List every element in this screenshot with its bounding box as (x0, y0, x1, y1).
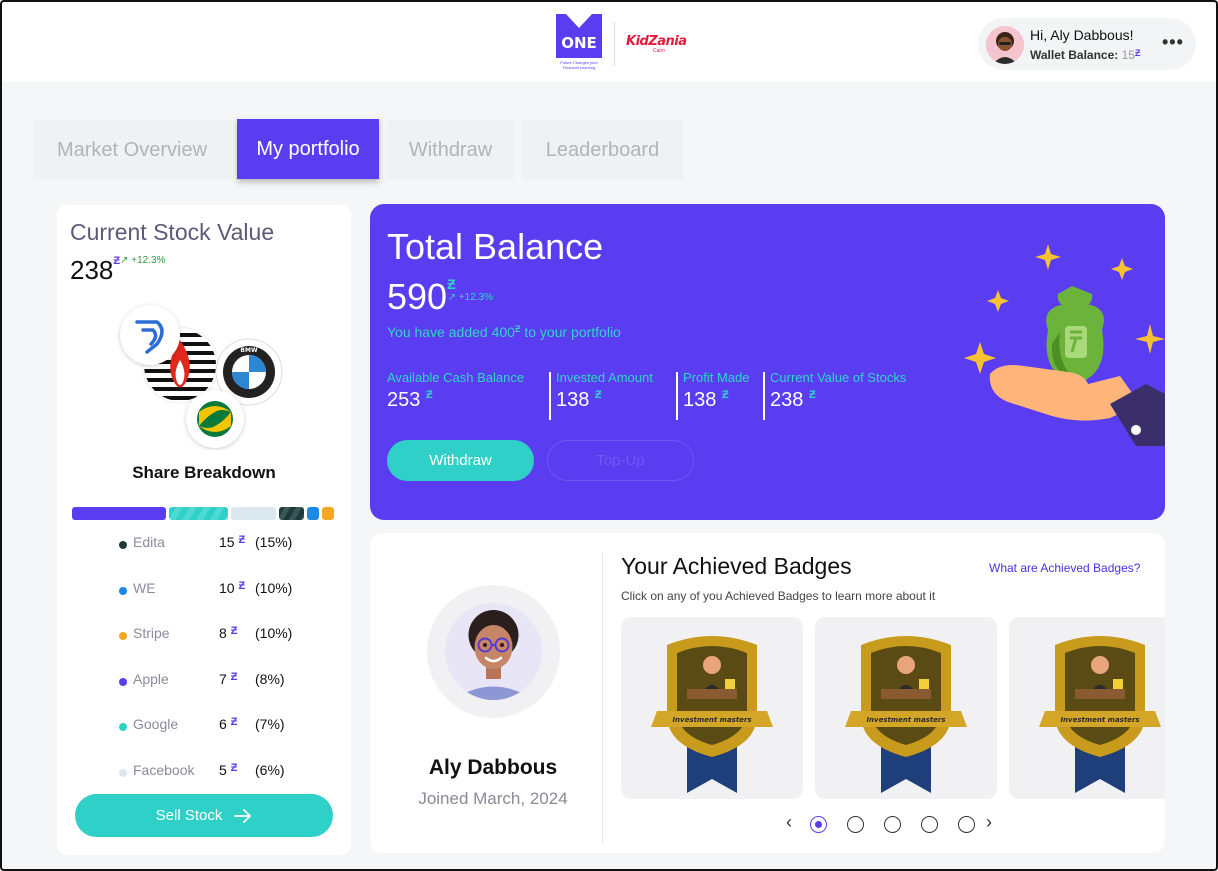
current-stock-card: Current Stock Value 238Ƶ↗ +12.3% BMW Sha… (57, 205, 351, 855)
total-balance-title: Total Balance (387, 226, 604, 267)
sell-stock-button[interactable]: Sell Stock (75, 794, 333, 837)
logo-divider (614, 22, 615, 66)
stat-divider (676, 372, 678, 420)
legend-dot (119, 677, 127, 686)
carousel-dot[interactable] (884, 816, 901, 833)
stat-profit-made: Profit Made 138 Ƶ (683, 370, 750, 411)
share-row-google[interactable]: Google 6 Ƶ (7%) (117, 711, 317, 757)
share-bar-segment (72, 507, 166, 520)
current-stock-value: 238Ƶ↗ +12.3% (70, 255, 166, 285)
top-up-button[interactable]: Top-Up (547, 440, 694, 481)
currency-icon: Ƶ (230, 761, 238, 774)
more-options-icon[interactable]: ••• (1162, 32, 1184, 53)
stat-divider (549, 372, 551, 420)
svg-text:ONE: ONE (561, 34, 597, 52)
wallet-balance-value: 15 (1121, 48, 1135, 62)
share-breakdown-title: Share Breakdown (132, 463, 276, 482)
investment-masters-badge-icon: Investment masters (651, 636, 773, 793)
legend-dot (119, 586, 127, 595)
stat-invested-amount: Invested Amount 138 Ƶ (556, 370, 653, 411)
badge-card[interactable]: Investment masters (621, 617, 803, 799)
tab-my-portfolio[interactable]: My portfolio (237, 119, 379, 179)
kidzania-logo: KidZania Cairo (626, 34, 687, 54)
share-row-edita[interactable]: Edita 15 Ƶ (15%) (117, 529, 317, 575)
carousel-dot[interactable] (921, 816, 938, 833)
profile-avatar (445, 603, 542, 700)
svg-text:BMW: BMW (240, 347, 258, 354)
share-bar-segment (279, 507, 304, 520)
share-breakdown-list: Edita 15 Ƶ (15%) WE 10 Ƶ (10%) Stripe 8 … (117, 529, 317, 802)
carousel-dot[interactable] (810, 816, 827, 833)
legend-dot (119, 541, 127, 549)
currency-icon: Ƶ (238, 534, 246, 546)
chevron-left-icon[interactable]: ‹ (786, 812, 792, 833)
total-balance-card: Total Balance 590Ƶ↗ +12.3% You have adde… (370, 204, 1165, 520)
total-balance-change: ↗ +12.3% (447, 292, 493, 303)
currency-icon: Ƶ (230, 625, 238, 637)
withdraw-button[interactable]: Withdraw (387, 440, 534, 481)
currency-icon: Ƶ (230, 716, 238, 728)
stat-current-value-stocks: Current Value of Stocks 238 Ƶ (770, 370, 907, 411)
top-header: ONE Future Changes your Financial Learni… (2, 2, 1216, 82)
share-bar-segment (231, 507, 276, 520)
vertical-divider (602, 553, 603, 843)
chevron-right-icon[interactable]: › (986, 812, 992, 833)
stock-logos-cluster: BMW (120, 305, 283, 448)
user-menu[interactable]: Hi, Aly Dabbous! Wallet Balance: 15Ƶ ••• (978, 18, 1196, 70)
svg-text:Investment masters: Investment masters (866, 716, 945, 724)
what-are-badges-link[interactable]: What are Achieved Badges? (989, 561, 1140, 575)
share-row-stripe[interactable]: Stripe 8 Ƶ (10%) (117, 620, 317, 666)
badges-title: Your Achieved Badges (621, 553, 852, 579)
investment-masters-badge-icon: Investment masters (1039, 636, 1161, 793)
profile-name: Aly Dabbous (428, 756, 558, 779)
svg-text:Financial Learning: Financial Learning (563, 65, 596, 70)
user-greeting: Hi, Aly Dabbous! (1030, 27, 1134, 43)
bank-logo-icon (186, 390, 244, 448)
money-bag-hand-illustration (964, 244, 1165, 446)
stat-available-cash: Available Cash Balance 253 Ƶ (387, 370, 525, 411)
currency-icon: Ƶ (230, 670, 238, 683)
legend-dot (119, 632, 127, 640)
share-bar-segment (307, 507, 319, 520)
svg-text:Investment masters: Investment masters (1060, 716, 1139, 724)
legend-dot (119, 768, 127, 777)
currency-icon: Ƶ (1134, 48, 1141, 58)
share-bar-segment (322, 507, 334, 520)
svg-text:Investment masters: Investment masters (672, 716, 751, 724)
edita-logo-icon (120, 305, 180, 365)
badge-card[interactable]: Investment masters (1009, 617, 1165, 799)
arrow-right-icon (234, 808, 252, 823)
current-stock-change: ↗ +12.3% (120, 255, 166, 266)
user-avatar[interactable] (986, 26, 1024, 64)
currency-icon: Ƶ (447, 276, 456, 292)
added-to-portfolio-text: You have added 400Ƶ to your portfolio (387, 324, 621, 340)
badge-card[interactable]: Investment masters (815, 617, 997, 799)
tab-withdraw[interactable]: Withdraw (387, 120, 514, 180)
tab-leaderboard[interactable]: Leaderboard (522, 120, 683, 180)
efg-hermes-one-logo: ONE Future Changes your Financial Learni… (556, 14, 602, 70)
profile-badges-card: Aly Dabbous Joined March, 2024 Your Achi… (370, 533, 1165, 853)
legend-dot (119, 723, 127, 731)
carousel-dot[interactable] (847, 816, 864, 833)
carousel-dot[interactable] (958, 816, 975, 833)
investment-masters-badge-icon: Investment masters (845, 636, 967, 793)
badge-carousel-pager: ‹ › (786, 812, 1006, 835)
share-row-apple[interactable]: Apple 7 Ƶ (8%) (117, 666, 317, 712)
profile-joined-date: Joined March, 2024 (418, 789, 568, 808)
share-bar-segment (169, 507, 228, 520)
current-stock-title: Current Stock Value (70, 219, 275, 245)
badges-subtitle: Click on any of you Achieved Badges to l… (621, 589, 936, 603)
total-balance-value: 590Ƶ↗ +12.3% (387, 276, 493, 317)
stat-divider (763, 372, 765, 420)
share-row-we[interactable]: WE 10 Ƶ (10%) (117, 575, 317, 621)
wallet-balance: Wallet Balance: 15Ƶ (1030, 48, 1141, 62)
tab-market-overview[interactable]: Market Overview (33, 120, 231, 180)
currency-icon: Ƶ (238, 579, 246, 592)
share-breakdown-bar (72, 507, 338, 521)
